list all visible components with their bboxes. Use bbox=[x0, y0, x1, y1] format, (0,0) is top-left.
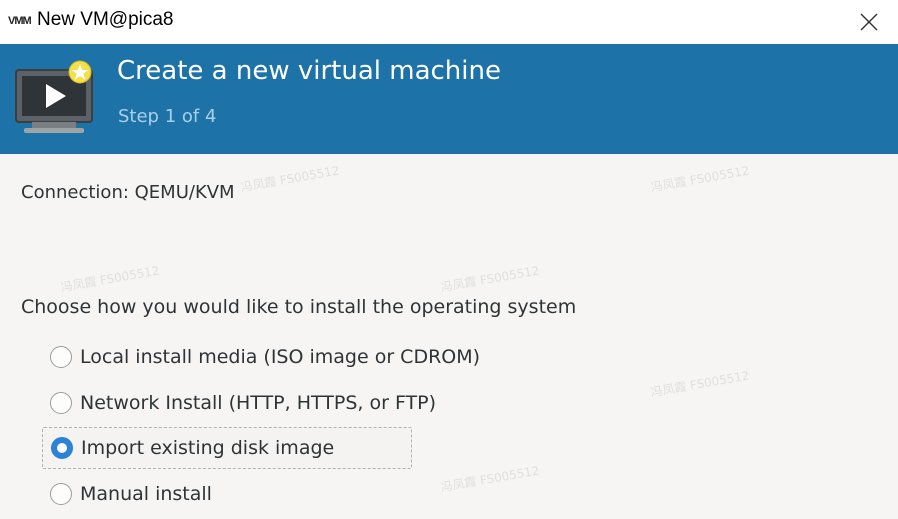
option-network-install[interactable]: Network Install (HTTP, HTTPS, or FTP) bbox=[42, 383, 436, 423]
window-titlebar: VMM New VM@pica8 bbox=[0, 0, 898, 44]
window-title: New VM@pica8 bbox=[37, 9, 174, 30]
option-import-disk-image[interactable]: Import existing disk image bbox=[42, 427, 412, 469]
connection-label: Connection: QEMU/KVM bbox=[21, 182, 235, 203]
watermark: 冯凤霞 FS005512 bbox=[59, 263, 161, 295]
watermark: 冯凤霞 FS005512 bbox=[649, 163, 751, 195]
close-icon bbox=[860, 13, 878, 31]
install-question: Choose how you would like to install the… bbox=[21, 296, 577, 318]
watermark: 冯凤霞 FS005512 bbox=[439, 463, 541, 495]
option-label: Manual install bbox=[80, 483, 212, 505]
option-label: Network Install (HTTP, HTTPS, or FTP) bbox=[80, 392, 437, 414]
radio-button[interactable] bbox=[50, 483, 72, 505]
app-logo-icon: VMM bbox=[8, 15, 32, 27]
radio-button[interactable] bbox=[50, 392, 72, 414]
option-local-install[interactable]: Local install media (ISO image or CDROM) bbox=[42, 337, 480, 377]
close-button[interactable] bbox=[851, 4, 887, 40]
watermark: 冯凤霞 FS005512 bbox=[649, 368, 751, 400]
option-label: Local install media (ISO image or CDROM) bbox=[80, 346, 481, 368]
watermark: 冯凤霞 FS005512 bbox=[239, 163, 341, 195]
watermark: 冯凤霞 FS005512 bbox=[439, 263, 541, 295]
wizard-header: Create a new virtual machine Step 1 of 4 bbox=[0, 44, 898, 154]
wizard-title: Create a new virtual machine bbox=[117, 56, 501, 86]
wizard-step: Step 1 of 4 bbox=[118, 106, 217, 127]
radio-button-selected[interactable] bbox=[51, 437, 73, 459]
option-manual-install[interactable]: Manual install bbox=[42, 474, 410, 514]
radio-button[interactable] bbox=[50, 346, 72, 368]
option-label: Import existing disk image bbox=[81, 437, 335, 459]
vm-monitor-icon bbox=[14, 58, 98, 142]
